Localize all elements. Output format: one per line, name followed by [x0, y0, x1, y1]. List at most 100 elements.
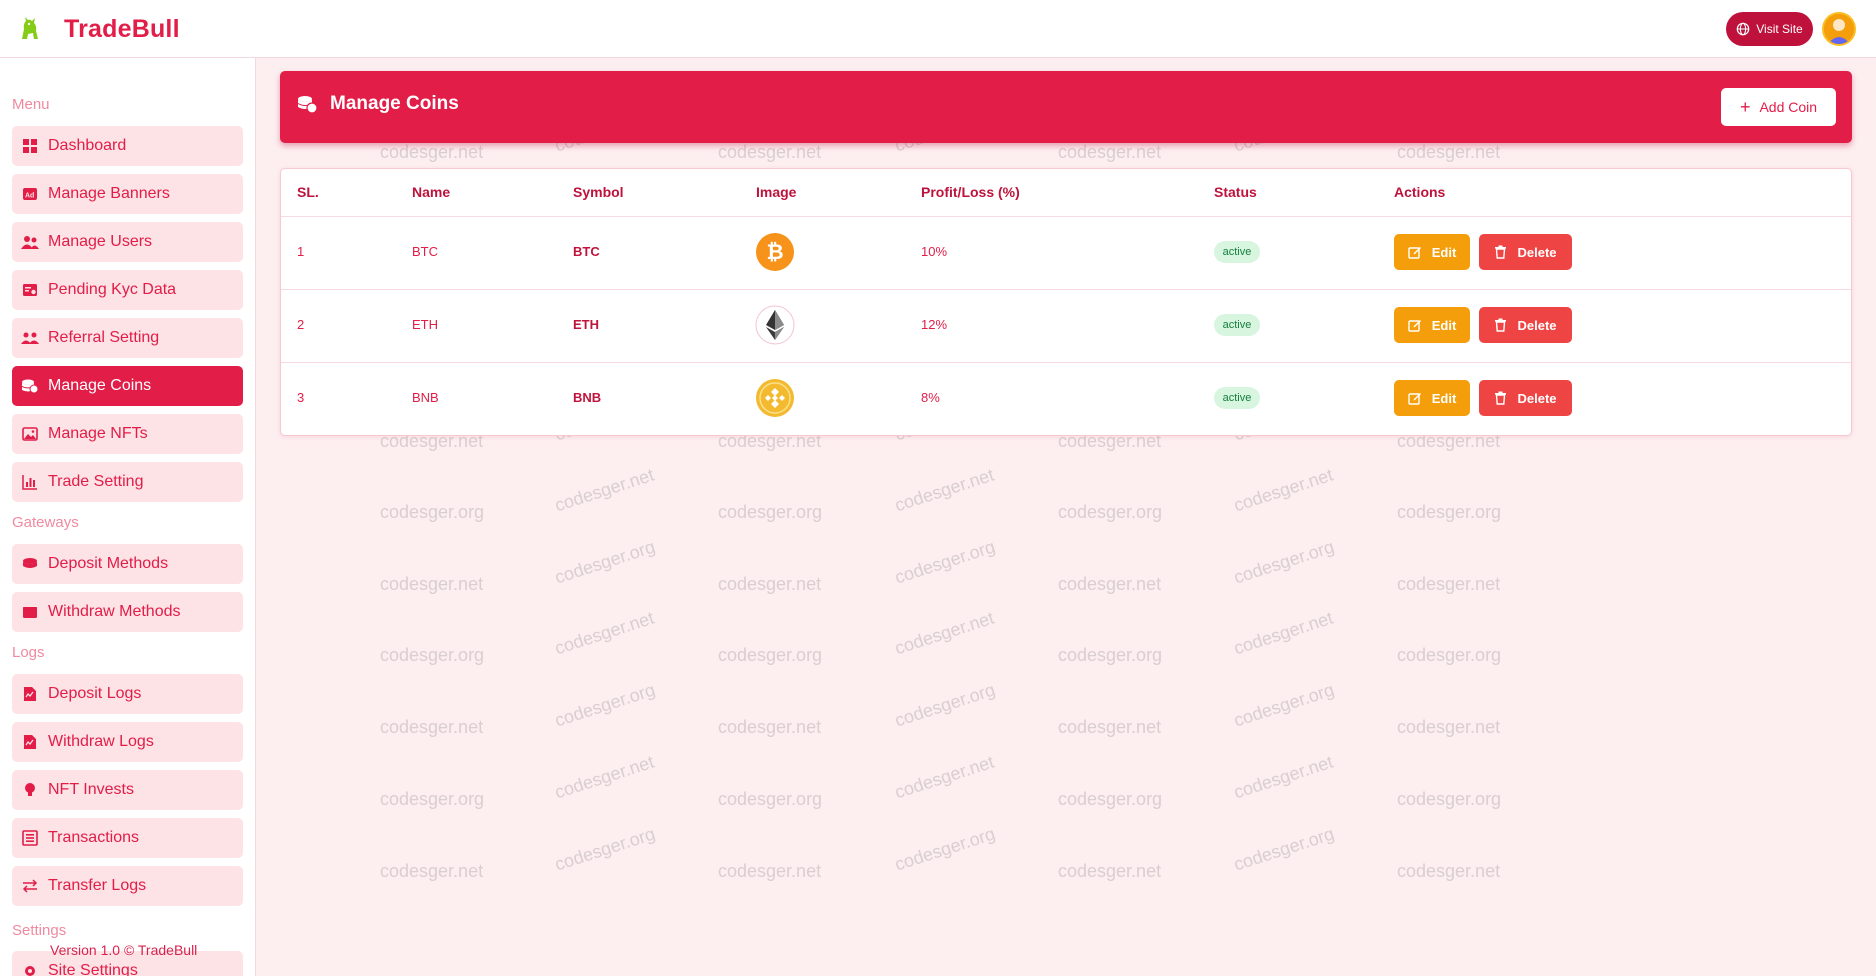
sidebar-item-transactions[interactable]: Transactions: [12, 818, 243, 858]
watermark-text: codesger.net: [1397, 717, 1501, 737]
visit-site-button[interactable]: Visit Site: [1726, 12, 1813, 46]
sidebar-item-manage-users[interactable]: Manage Users: [12, 222, 243, 262]
sidebar-item-transfer-logs[interactable]: Transfer Logs: [12, 866, 243, 906]
top-bar: TradeBull Visit Site: [0, 0, 1876, 58]
globe-icon: [1736, 22, 1750, 36]
sidebar-item-deposit-logs[interactable]: Deposit Logs: [12, 674, 243, 714]
sidebar-item-withdraw-methods[interactable]: Withdraw Methods: [12, 592, 243, 632]
sidebar-item-manage-banners[interactable]: Ad Manage Banners: [12, 174, 243, 214]
cell-symbol: BTC: [573, 244, 600, 259]
watermark-text: codesger.net: [892, 464, 997, 516]
watermark-text: codesger.net: [1397, 142, 1501, 162]
ethereum-logo-icon: [755, 305, 795, 345]
cell-symbol: BNB: [573, 390, 602, 405]
watermark-text: codesger.org: [718, 645, 823, 665]
status-badge: active: [1214, 241, 1260, 263]
watermark-layer: codesger.net codesger.org codesger.net code…: [0, 0, 1876, 976]
sidebar-item-label: Site Settings: [48, 962, 138, 976]
column-header-actions: Actions: [1394, 184, 1446, 200]
sidebar-section-logs: Logs: [12, 644, 45, 661]
sidebar-item-label: Transfer Logs: [48, 877, 147, 894]
image-icon: [19, 423, 41, 445]
bnb-logo-icon: [756, 379, 794, 417]
sidebar-item-label: NFT Invests: [48, 781, 134, 798]
coins-icon: [19, 375, 41, 397]
watermark-text: codesger.net: [1058, 574, 1162, 594]
sidebar-item-pending-kyc[interactable]: Pending Kyc Data: [12, 270, 243, 310]
svg-text:₿: ₿: [766, 241, 783, 264]
column-header-image: Image: [756, 184, 797, 200]
cell-profit-loss: 12%: [921, 317, 948, 332]
watermark-text: codesger.net: [380, 142, 484, 162]
watermark-text: codesger.org: [1397, 645, 1502, 665]
cell-name: BNB: [412, 390, 439, 405]
edit-button[interactable]: Edit: [1394, 380, 1470, 416]
delete-label: Delete: [1517, 317, 1557, 333]
watermark-text: codesger.net: [1231, 464, 1336, 516]
brand[interactable]: TradeBull: [14, 12, 180, 46]
watermark-text: codesger.net: [1058, 717, 1162, 737]
page-title-wrap: Manage Coins: [296, 93, 459, 115]
sidebar-item-dashboard[interactable]: Dashboard: [12, 126, 243, 166]
add-coin-button[interactable]: + Add Coin: [1721, 88, 1836, 126]
page-title: Manage Coins: [330, 93, 459, 114]
watermark-text: codesger.net: [718, 861, 822, 881]
delete-button[interactable]: Delete: [1479, 380, 1572, 416]
transfer-icon: [19, 875, 41, 897]
cell-profit-loss: 8%: [921, 390, 940, 405]
file-chart-icon: [19, 683, 41, 705]
page-header: Manage Coins + Add Coin: [280, 71, 1852, 143]
watermark-text: codesger.net: [718, 142, 822, 162]
watermark-text: codesger.net: [552, 464, 657, 516]
referral-icon: [19, 327, 41, 349]
sidebar-item-withdraw-logs[interactable]: Withdraw Logs: [12, 722, 243, 762]
id-card-icon: [19, 279, 41, 301]
watermark-text: codesger.net: [1058, 142, 1162, 162]
brand-name: TradeBull: [64, 14, 180, 43]
watermark-text: codesger.net: [718, 717, 822, 737]
sidebar-section-menu: Menu: [12, 96, 50, 113]
sidebar-item-manage-coins[interactable]: Manage Coins: [12, 366, 243, 406]
watermark-text: codesger.org: [380, 645, 485, 665]
watermark-text: codesger.org: [552, 536, 658, 588]
users-icon: [19, 231, 41, 253]
sidebar-item-deposit-methods[interactable]: Deposit Methods: [12, 544, 243, 584]
delete-label: Delete: [1517, 390, 1557, 406]
delete-button[interactable]: Delete: [1479, 307, 1572, 343]
sidebar-item-manage-nfts[interactable]: Manage NFTs: [12, 414, 243, 454]
watermark-text: codesger.net: [892, 751, 997, 803]
watermark-text: codesger.net: [892, 607, 997, 659]
edit-icon: [1408, 247, 1421, 259]
ad-icon: Ad: [19, 183, 41, 205]
edit-button[interactable]: Edit: [1394, 234, 1470, 270]
column-header-name: Name: [412, 184, 451, 200]
watermark-text: codesger.net: [1397, 574, 1501, 594]
sidebar-item-label: Manage Users: [48, 233, 153, 250]
coin-stack-icon: [19, 553, 41, 575]
visit-site-label: Visit Site: [1756, 22, 1803, 36]
avatar[interactable]: [1822, 12, 1856, 46]
sidebar-item-referral-setting[interactable]: Referral Setting: [12, 318, 243, 358]
watermark-text: codesger.net: [1231, 751, 1336, 803]
cell-name: BTC: [412, 244, 438, 259]
watermark-text: codesger.net: [552, 751, 657, 803]
sidebar-item-trade-setting[interactable]: Trade Setting: [12, 462, 243, 502]
status-badge: active: [1214, 387, 1260, 409]
watermark-text: codesger.org: [380, 502, 485, 522]
column-header-profit-loss: Profit/Loss (%): [921, 184, 1020, 200]
column-header-symbol: Symbol: [573, 184, 624, 200]
sidebar-item-label: Trade Setting: [48, 473, 144, 490]
watermark-text: codesger.org: [892, 536, 998, 588]
edit-icon: [1408, 320, 1421, 332]
sidebar-item-label: Withdraw Logs: [48, 733, 154, 750]
edit-button[interactable]: Edit: [1394, 307, 1470, 343]
bull-logo-icon: [22, 17, 38, 39]
sidebar-item-nft-invests[interactable]: NFT Invests: [12, 770, 243, 810]
delete-button[interactable]: Delete: [1479, 234, 1572, 270]
delete-label: Delete: [1517, 244, 1557, 260]
list-icon: [19, 827, 41, 849]
watermark-text: codesger.net: [1058, 861, 1162, 881]
watermark-text: codesger.net: [380, 574, 484, 594]
sidebar-item-label: Manage Banners: [48, 185, 170, 202]
row-divider: [281, 362, 1851, 363]
